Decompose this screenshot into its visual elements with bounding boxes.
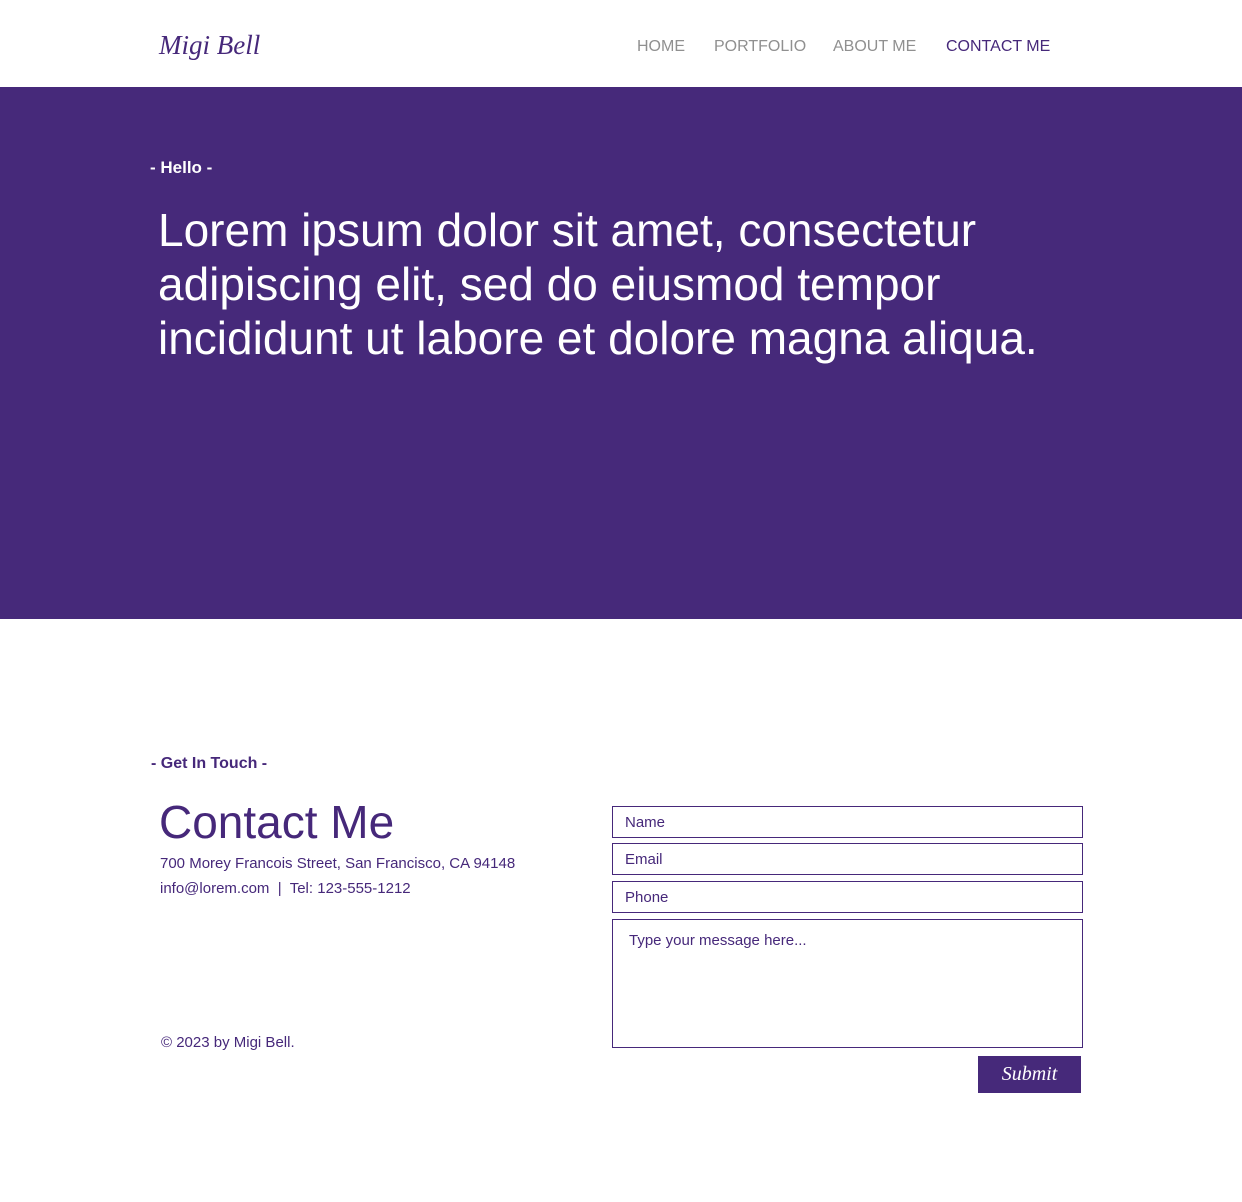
email-field[interactable] [612,843,1083,875]
nav-home[interactable]: HOME [637,38,685,56]
site-logo[interactable]: Migi Bell [159,30,260,61]
nav-about-me[interactable]: ABOUT ME [833,38,916,56]
contact-eyebrow: - Get In Touch - [151,755,268,772]
hero-eyebrow: - Hello - [150,158,213,177]
site-header: Migi Bell HOME PORTFOLIO ABOUT ME CONTAC… [0,0,1242,87]
copyright-text: © 2023 by Migi Bell. [161,1034,295,1051]
nav-contact-me[interactable]: CONTACT ME [946,38,1050,56]
hero-headline: Lorem ipsum dolor sit amet, consectetur … [158,204,1038,364]
nav-portfolio[interactable]: PORTFOLIO [714,38,806,56]
hero-section: - Hello - Lorem ipsum dolor sit amet, co… [0,87,1242,619]
name-field[interactable] [612,806,1083,838]
message-field[interactable] [612,919,1083,1048]
contact-address: 700 Morey Francois Street, San Francisco… [160,855,516,872]
phone-field[interactable] [612,881,1083,913]
submit-button[interactable]: Submit [978,1056,1081,1093]
contact-email-phone: info@lorem.com | Tel: 123-555-1212 [160,880,411,897]
contact-title: Contact Me [159,796,395,848]
